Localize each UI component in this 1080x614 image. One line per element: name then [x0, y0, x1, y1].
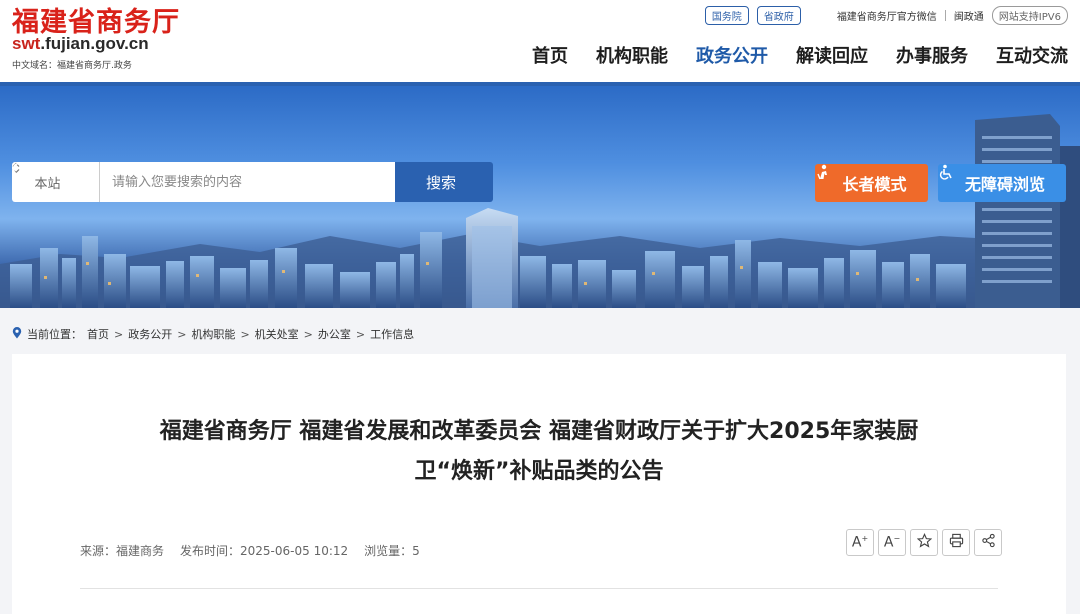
- article-title: 福建省商务厅 福建省发展和改革委员会 福建省财政厅关于扩大2025年家装厨 卫“…: [82, 412, 996, 492]
- favorite-button[interactable]: [910, 529, 938, 556]
- search-input[interactable]: [100, 162, 395, 202]
- site-header: 福建省商务厅 swt.fujian.gov.cn 中文域名：福建省商务厅.政务 …: [0, 0, 1080, 86]
- article-divider: [80, 588, 998, 589]
- print-button[interactable]: [942, 529, 970, 556]
- nav-functions[interactable]: 机构职能: [596, 42, 668, 68]
- article-title-line1: 福建省商务厅 福建省发展和改革委员会 福建省财政厅关于扩大2025年家装厨: [159, 419, 919, 444]
- city-skyline-banner: 本站 搜索 长者模式 无障碍浏览: [0, 86, 1080, 308]
- state-council-link[interactable]: 国务院: [704, 6, 749, 25]
- site-url: swt.fujian.gov.cn: [12, 34, 149, 54]
- article-publish-time: 发布时间：2025-06-05 10:12: [180, 544, 349, 558]
- nav-gov-affairs[interactable]: 政务公开: [696, 42, 768, 68]
- elder-mode-button[interactable]: 长者模式: [815, 164, 928, 202]
- breadcrumb-work-info[interactable]: 工作信息: [370, 326, 414, 342]
- location-pin-icon: [12, 326, 22, 342]
- font-increase-icon: A+: [851, 534, 869, 551]
- chinese-domain-label: 中文域名：福建省商务厅.政务: [12, 61, 132, 71]
- mzt-link[interactable]: 闽政通: [954, 8, 984, 23]
- breadcrumb-functions[interactable]: 机构职能: [191, 326, 235, 342]
- top-links: 国务院 省政府 福建省商务厅官方微信 闽政通 网站支持IPV6: [704, 6, 1068, 25]
- printer-icon: [949, 533, 964, 552]
- article-meta: 来源：福建商务 发布时间：2025-06-05 10:12 浏览量：5: [80, 542, 420, 559]
- font-increase-button[interactable]: A+: [846, 529, 874, 556]
- nav-home[interactable]: 首页: [532, 42, 568, 68]
- breadcrumb-label: 当前位置：: [27, 328, 82, 341]
- nav-interaction[interactable]: 互动交流: [996, 42, 1068, 68]
- breadcrumb: 当前位置： 首页 > 政务公开 > 机构职能 > 机关处室 > 办公室 > 工作…: [12, 326, 414, 342]
- main-nav: 首页 机构职能 政务公开 解读回应 办事服务 互动交流: [532, 42, 1068, 68]
- article-views: 浏览量：5: [364, 544, 420, 558]
- accessible-browse-button[interactable]: 无障碍浏览: [938, 164, 1066, 202]
- site-search: 本站 搜索: [12, 162, 493, 202]
- search-button-label: 搜索: [425, 173, 456, 192]
- search-scope-label: 本站: [34, 176, 61, 192]
- elder-mode-label: 长者模式: [842, 175, 907, 194]
- breadcrumb-departments[interactable]: 机关处室: [255, 326, 299, 342]
- article-card: 福建省商务厅 福建省发展和改革委员会 福建省财政厅关于扩大2025年家装厨 卫“…: [12, 354, 1066, 614]
- site-url-prefix: swt: [12, 34, 41, 53]
- star-icon: [916, 533, 932, 552]
- breadcrumb-gov-affairs[interactable]: 政务公开: [128, 326, 172, 342]
- breadcrumb-home[interactable]: 首页: [87, 326, 109, 342]
- wechat-link[interactable]: 福建省商务厅官方微信: [837, 8, 937, 23]
- divider: [944, 10, 946, 21]
- share-icon: [981, 533, 996, 552]
- font-decrease-button[interactable]: A−: [878, 529, 906, 556]
- article-source: 来源：福建商务: [80, 544, 165, 558]
- nav-interpretation[interactable]: 解读回应: [796, 42, 868, 68]
- search-button[interactable]: 搜索: [12, 162, 493, 202]
- nav-services[interactable]: 办事服务: [896, 42, 968, 68]
- article-title-line2: 卫“焕新”补贴品类的公告: [414, 459, 664, 484]
- provincial-gov-link[interactable]: 省政府: [756, 6, 801, 25]
- site-url-suffix: .fujian.gov.cn: [40, 34, 149, 53]
- breadcrumb-office[interactable]: 办公室: [318, 326, 351, 342]
- share-button[interactable]: [974, 529, 1002, 556]
- article-tools: A+ A−: [846, 529, 1002, 556]
- ipv6-badge: 网站支持IPV6: [991, 6, 1068, 25]
- accessible-browse-label: 无障碍浏览: [964, 175, 1045, 194]
- font-decrease-icon: A−: [883, 534, 901, 551]
